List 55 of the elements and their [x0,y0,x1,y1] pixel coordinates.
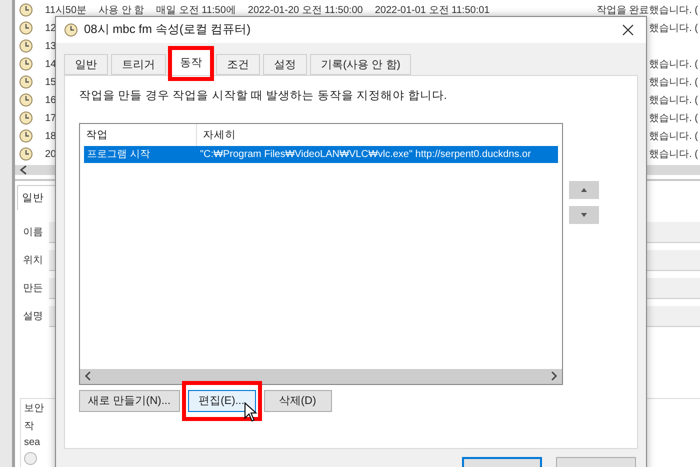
task-result: 했습니다. ( [649,148,698,161]
task-status: 사용 안 함 [98,4,144,17]
table-cell-text: "C:₩Program Files₩VideoLAN₩VLC₩vlc.exe" http://serpent0.duckdns.or [199,148,531,160]
account-value: sea [24,437,40,448]
field-label: 이름 [23,226,43,239]
task-name: 12 [45,22,56,34]
task-result: 했습니다. ( [649,58,698,71]
window-title: 08시 mbc fm 속성(로컬 컴퓨터) [84,21,252,38]
clock-icon [19,21,33,35]
task-name: 11시50분 [45,4,87,17]
task-next-run: 2022-01-20 오전 11:50:00 [248,4,363,17]
tab[interactable]: 설정 [263,54,307,75]
tab[interactable]: 기록(사용 안 함) [310,54,412,75]
tab[interactable]: 트리거 [111,54,166,75]
table-cell-text: 프로그램 시작 [86,148,151,162]
task-trigger: 매일 오전 11:50에 [156,4,236,17]
clock-icon [19,93,33,107]
clock-icon [19,57,33,71]
clock-icon [19,3,33,17]
clock-icon [19,129,33,143]
field-label: 설명 [23,310,43,323]
field-label: 작 [24,420,34,433]
clock-icon [64,22,78,37]
close-icon [622,24,634,36]
field-label: 위치 [23,254,43,267]
up-arrow-icon [581,188,587,192]
task-result: 했습니다. ( [649,76,698,89]
down-arrow-icon [581,212,587,217]
task-result: 했습니다. ( [649,130,698,143]
task-result: 했습니다. ( [649,22,698,35]
move-up-button[interactable] [569,180,599,199]
group-label: 보안 [24,402,44,415]
action-button[interactable]: 삭제(D) [264,390,332,412]
action-button[interactable]: 편집(E)... [188,390,256,412]
radio-button[interactable] [24,452,37,465]
tab[interactable]: 조건 [216,54,260,75]
clock-icon [19,75,33,89]
column-header[interactable]: 자세히 [197,124,562,146]
task-result: 했습니다. ( [649,94,698,107]
task-name: 17 [45,112,56,124]
description-text: 작업을 만들 경우 작업을 시작할 때 발생하는 동작을 지정해야 합니다. [79,88,448,103]
cursor-icon [244,402,258,422]
clock-icon [19,147,33,161]
action-row[interactable]: 프로그램 시작 "C:₩Program Files₩VideoLAN₩VLC₩vlc.exe" http://serpent0.duckdns.or [84,146,558,163]
tab[interactable]: 일반 [64,54,108,75]
action-button[interactable]: 새로 만들기(N)... [79,390,180,412]
task-result: 작업을 완료했습니다. ( [596,4,698,17]
clock-icon [19,39,33,53]
move-down-button[interactable] [569,206,599,224]
task-last-run: 2022-01-01 오전 11:50:01 [374,4,490,17]
task-result: 했습니다. ( [649,112,698,125]
task-name: 14 [45,58,56,70]
field-label: 만든 [23,282,43,295]
clock-icon [19,111,33,125]
scrollbar[interactable] [80,368,562,384]
